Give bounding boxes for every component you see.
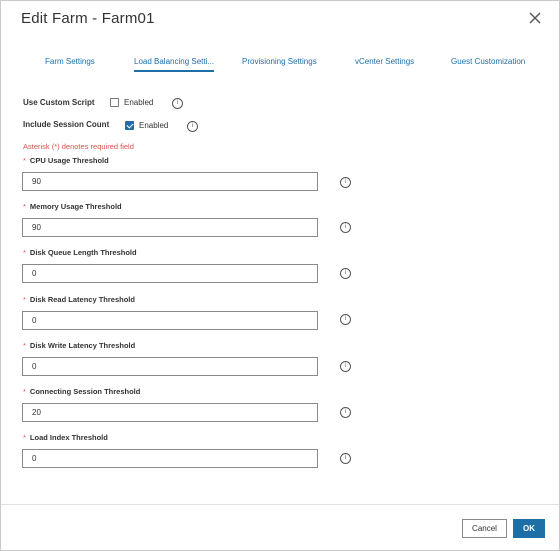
session-count-checkbox-box[interactable] [125, 121, 134, 130]
tab-provisioning-settings[interactable]: Provisioning Settings [242, 57, 317, 70]
info-icon[interactable]: i [340, 407, 351, 418]
required-marker: * [23, 156, 26, 165]
disk-queue-threshold-label: * Disk Queue Length Threshold [23, 248, 137, 257]
info-icon[interactable]: i [340, 314, 351, 325]
field-label-text: Disk Write Latency Threshold [29, 341, 136, 350]
disk-read-latency-input[interactable]: 0 [22, 311, 318, 330]
cpu-threshold-label: * CPU Usage Threshold [23, 156, 109, 165]
custom-script-label: Use Custom Script [23, 98, 95, 107]
memory-threshold-input[interactable]: 90 [22, 218, 318, 237]
edit-farm-dialog: Edit Farm - Farm01 Farm Settings Load Ba… [0, 0, 560, 551]
required-marker: * [23, 433, 26, 442]
session-count-checkbox[interactable]: Enabled [125, 121, 168, 130]
dialog-title: Edit Farm - Farm01 [21, 10, 155, 27]
info-icon[interactable]: i [340, 453, 351, 464]
session-count-label: Include Session Count [23, 120, 110, 129]
field-label-text: Connecting Session Threshold [29, 387, 141, 396]
info-icon[interactable]: i [172, 98, 183, 109]
custom-script-checkbox-box[interactable] [110, 98, 119, 107]
required-marker: * [23, 387, 26, 396]
session-count-enabled-label: Enabled [139, 121, 169, 130]
required-field-note: Asterisk (*) denotes required field [23, 142, 134, 151]
field-label-text: CPU Usage Threshold [29, 156, 109, 165]
info-icon[interactable]: i [187, 121, 198, 132]
footer-divider [1, 504, 559, 505]
info-icon[interactable]: i [340, 222, 351, 233]
custom-script-enabled-label: Enabled [124, 98, 154, 107]
field-label-text: Memory Usage Threshold [29, 202, 122, 211]
connecting-session-threshold-label: * Connecting Session Threshold [23, 387, 140, 396]
disk-write-latency-label: * Disk Write Latency Threshold [23, 341, 135, 350]
tab-bar: Farm Settings Load Balancing Setti... Pr… [1, 57, 559, 73]
tab-farm-settings[interactable]: Farm Settings [45, 57, 95, 70]
tab-load-balancing-settings[interactable]: Load Balancing Setti... [134, 57, 215, 72]
required-marker: * [23, 202, 26, 211]
custom-script-checkbox[interactable]: Enabled [110, 98, 153, 107]
required-marker: * [23, 295, 26, 304]
ok-button[interactable]: OK [513, 519, 545, 538]
load-index-threshold-input[interactable]: 0 [22, 449, 318, 468]
info-icon[interactable]: i [340, 177, 351, 188]
cancel-button[interactable]: Cancel [462, 519, 507, 538]
connecting-session-threshold-input[interactable]: 20 [22, 403, 318, 422]
tab-vcenter-settings[interactable]: vCenter Settings [355, 57, 414, 70]
disk-queue-threshold-input[interactable]: 0 [22, 264, 318, 283]
field-label-text: Disk Read Latency Threshold [29, 295, 135, 304]
info-icon[interactable]: i [340, 361, 351, 372]
required-marker: * [23, 248, 26, 257]
required-marker: * [23, 341, 26, 350]
field-label-text: Load Index Threshold [29, 433, 108, 442]
memory-threshold-label: * Memory Usage Threshold [23, 202, 122, 211]
cpu-threshold-input[interactable]: 90 [22, 172, 318, 191]
load-index-threshold-label: * Load Index Threshold [23, 433, 108, 442]
tab-guest-customization[interactable]: Guest Customization [451, 57, 525, 70]
close-icon[interactable] [527, 10, 543, 26]
field-label-text: Disk Queue Length Threshold [29, 248, 137, 257]
disk-write-latency-input[interactable]: 0 [22, 357, 318, 376]
disk-read-latency-label: * Disk Read Latency Threshold [23, 295, 135, 304]
info-icon[interactable]: i [340, 268, 351, 279]
